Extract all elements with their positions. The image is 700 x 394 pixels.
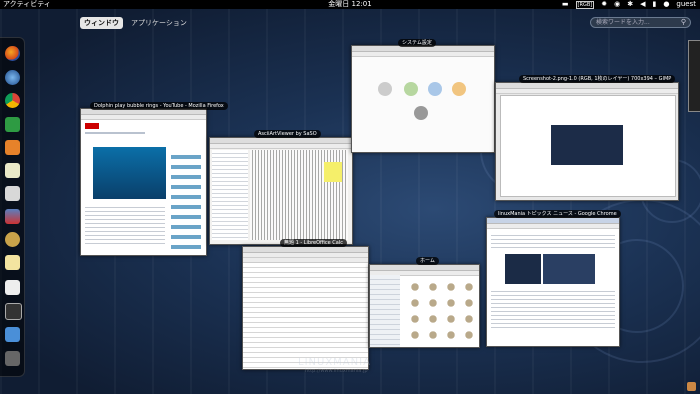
search-icon: ⚲ — [680, 18, 686, 26]
window-caption-ascii: AsciiArtViewer by SaSO — [254, 130, 321, 138]
settings-item-icon — [428, 82, 442, 96]
notes-icon[interactable] — [5, 255, 20, 270]
search-input[interactable]: 検索ワードを入力... ⚲ — [590, 17, 691, 28]
file-list — [212, 150, 248, 240]
window-caption-calc: 無題 1 - LibreOffice Calc — [280, 239, 348, 247]
view-selector: ウィンドウ アプリケーション — [80, 17, 191, 29]
bluetooth-icon[interactable]: ✱ — [627, 0, 633, 9]
dash — [0, 37, 25, 377]
search-placeholder: 検索ワードを入力... — [596, 19, 650, 26]
network-icon[interactable]: ◉ — [614, 0, 620, 9]
settings-item-icon — [404, 82, 418, 96]
window-firefox[interactable] — [80, 108, 207, 256]
related-videos — [171, 149, 201, 249]
settings-item-icon — [452, 82, 466, 96]
page-text — [491, 232, 615, 250]
window-caption-settings: システム設定 — [398, 39, 436, 47]
volume-icon[interactable]: ◀ — [640, 0, 645, 9]
user-icon[interactable]: ● — [663, 0, 669, 9]
article-image — [543, 254, 595, 284]
spreadsheet-grid — [243, 263, 368, 369]
battery-icon[interactable]: ▮ — [652, 0, 656, 9]
terminal-icon[interactable] — [5, 303, 22, 320]
calc-icon[interactable] — [5, 117, 20, 132]
system-tray: ▬ [RGB] ✹ ◉ ✱ ◀ ▮ ● guest — [562, 0, 696, 9]
page-text — [491, 288, 615, 328]
window-settings[interactable] — [351, 45, 495, 153]
user-name[interactable]: guest — [676, 0, 696, 9]
settings-item-icon — [378, 82, 392, 96]
tab-windows[interactable]: ウィンドウ — [80, 17, 123, 29]
window-toolbar — [496, 89, 678, 94]
window-nautilus[interactable] — [369, 264, 480, 348]
tab-applications[interactable]: アプリケーション — [127, 17, 191, 29]
page-text — [85, 204, 165, 244]
window-toolbar — [210, 144, 352, 149]
window-calc[interactable] — [242, 246, 369, 370]
sidebar — [370, 275, 400, 347]
watermark-url: http://www.linuxmania.jp — [305, 368, 368, 374]
gear-icon[interactable]: ✹ — [601, 0, 607, 9]
window-caption-firefox: Dolphin play bubble rings - YouTube - Mo… — [90, 102, 228, 110]
thunderbird-icon[interactable] — [5, 70, 20, 85]
video-player — [93, 147, 166, 199]
window-caption-chrome: linuxMania トピックス ニュース - Google Chrome — [494, 210, 621, 218]
firefox-icon[interactable] — [5, 46, 20, 61]
corner-icon[interactable] — [687, 382, 696, 391]
article-image — [505, 254, 541, 284]
window-ascii[interactable] — [209, 137, 353, 245]
screenshot-image — [551, 125, 623, 165]
text-line — [85, 132, 145, 134]
folder-grid — [406, 279, 476, 343]
gedit-icon[interactable] — [5, 209, 20, 224]
top-panel: アクティビティ 金曜日 12:01 ▬ [RGB] ✹ ◉ ✱ ◀ ▮ ● gu… — [0, 0, 700, 9]
settings-icon[interactable] — [5, 186, 20, 201]
sticky-note — [324, 162, 342, 182]
textedit-icon[interactable] — [5, 232, 20, 247]
writer-icon[interactable] — [5, 163, 20, 178]
window-chrome[interactable] — [486, 217, 620, 347]
window-caption-nautilus: ホーム — [416, 257, 439, 265]
settings-item-icon — [414, 106, 428, 120]
document-icon[interactable] — [5, 280, 20, 295]
watermark: LINUXMANIA — [298, 357, 371, 368]
window-toolbar — [487, 224, 619, 229]
window-caption-gimp: Screenshot-2.png-1.0 (RGB, 1枚のレイヤー) 700x… — [519, 75, 676, 83]
window-toolbar — [352, 52, 494, 57]
folder-icon[interactable]: ▬ — [562, 0, 569, 9]
window-gimp[interactable] — [495, 82, 679, 201]
system-icon[interactable] — [5, 351, 20, 366]
chrome-icon[interactable] — [5, 93, 20, 108]
appstore-icon[interactable] — [5, 327, 20, 342]
workspace-thumbnail[interactable] — [688, 40, 700, 112]
youtube-logo — [85, 123, 99, 129]
window-toolbar — [81, 115, 206, 120]
impress-icon[interactable] — [5, 140, 20, 155]
ime-indicator[interactable]: [RGB] — [575, 0, 595, 9]
